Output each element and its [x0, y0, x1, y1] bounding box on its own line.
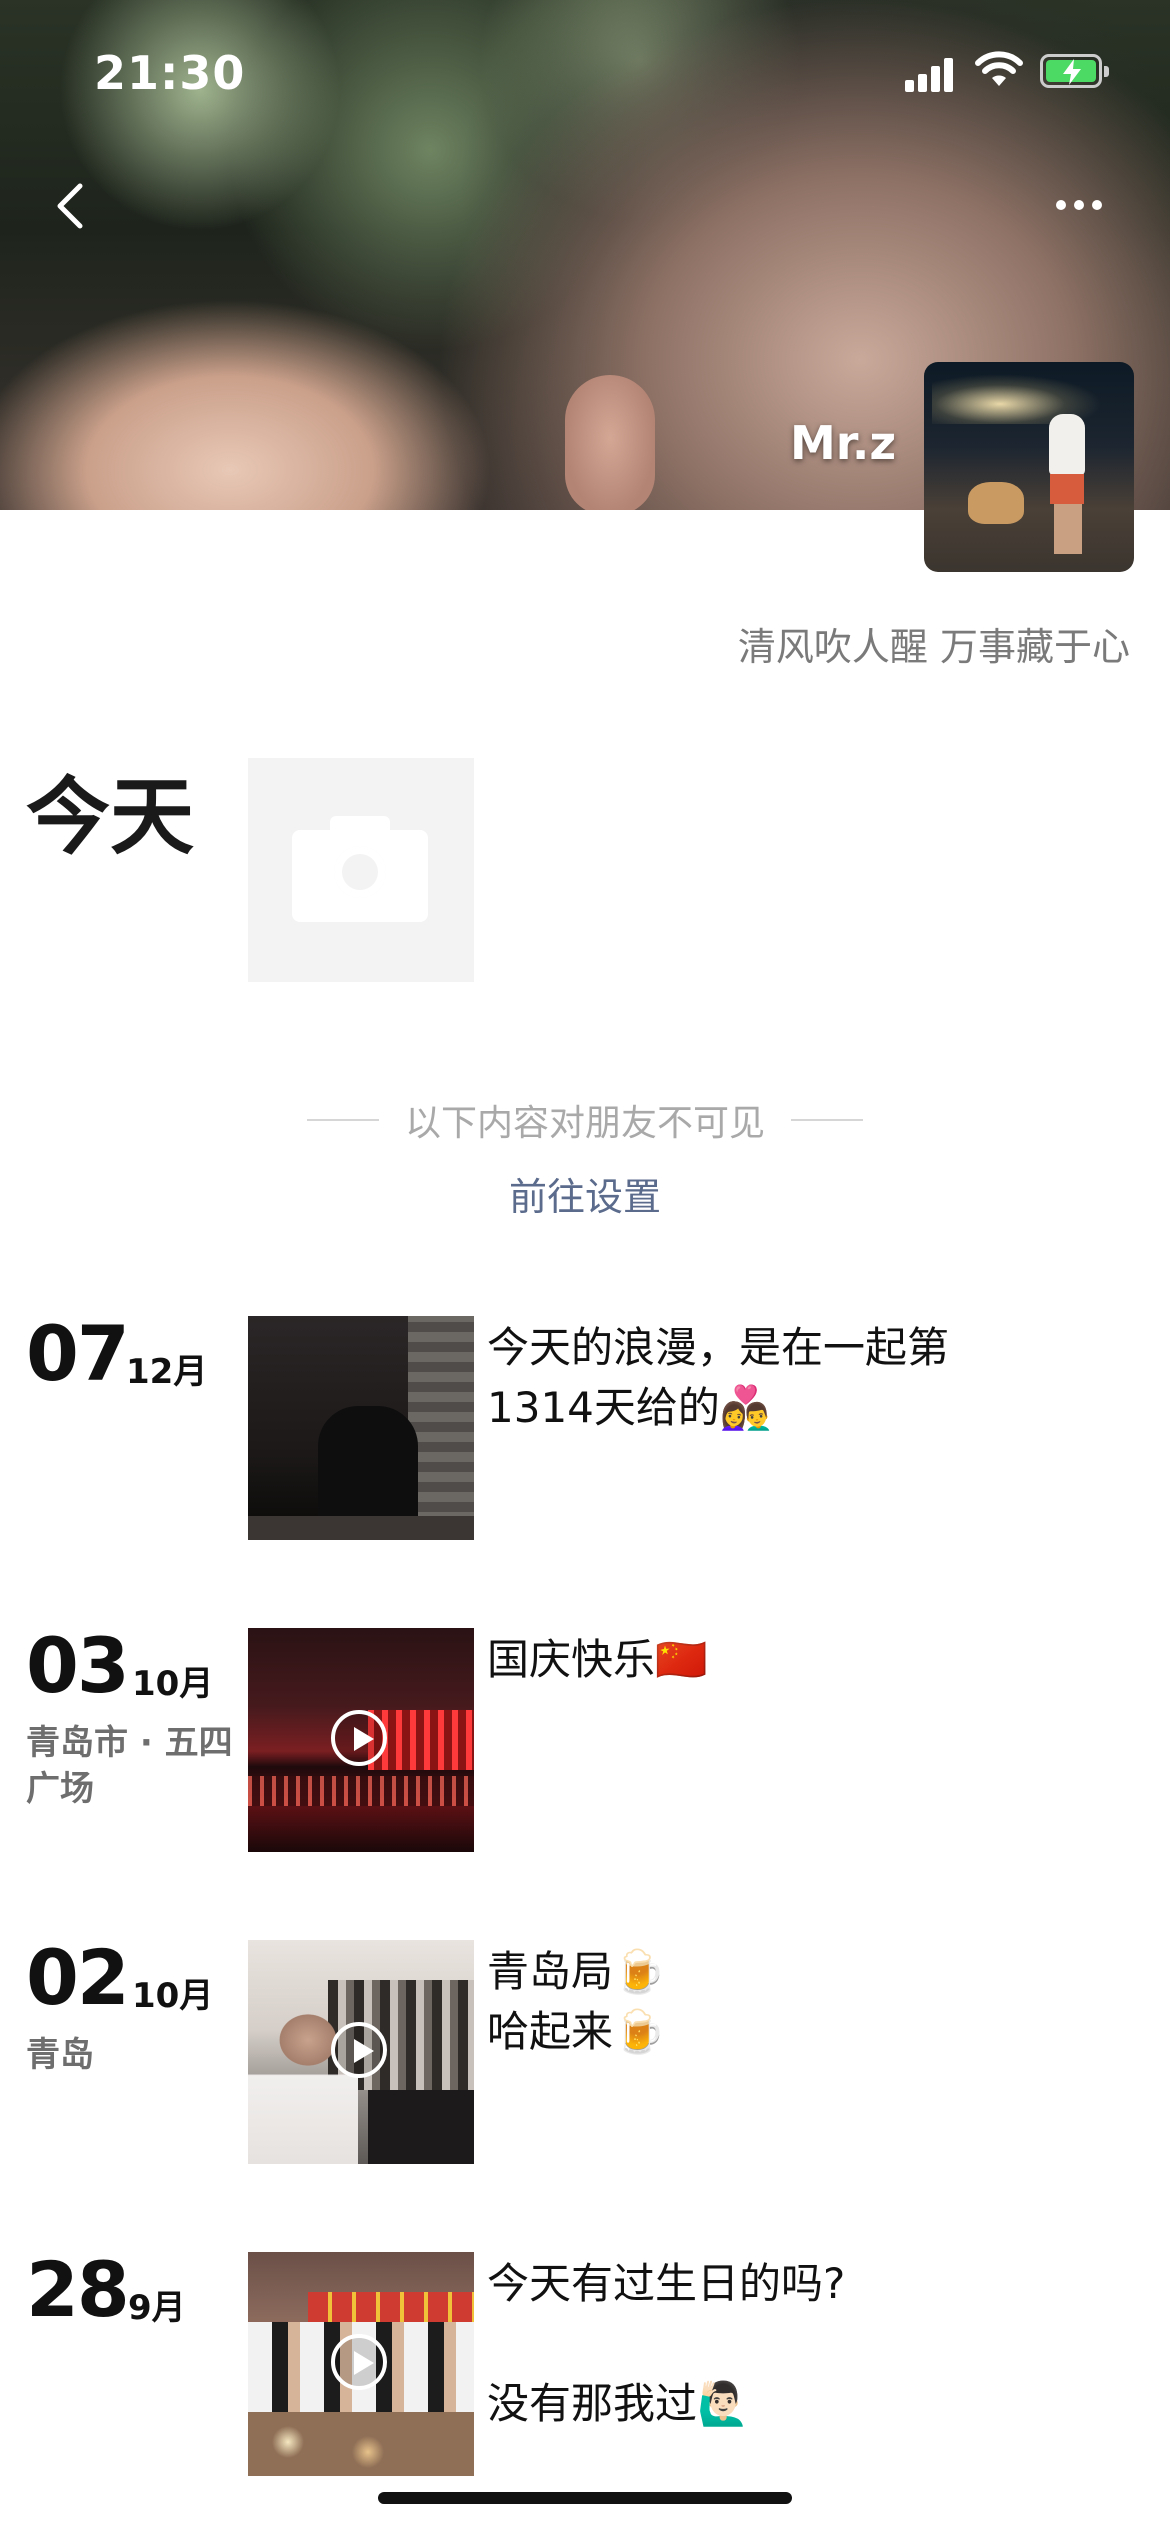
post-day: 03	[26, 1621, 130, 1710]
battery-icon	[1040, 54, 1109, 88]
go-to-settings-link[interactable]: 前往设置	[0, 1166, 1170, 1221]
charging-bolt-icon	[1063, 59, 1081, 85]
post-video[interactable]	[248, 1940, 474, 2164]
post-day: 02	[26, 1933, 130, 2022]
post-photo[interactable]	[248, 1316, 474, 1540]
home-indicator[interactable]	[378, 2492, 792, 2504]
play-icon	[331, 1710, 387, 1766]
post-month: 10月	[132, 1664, 214, 1704]
play-icon	[331, 2334, 387, 2390]
moment-post[interactable]: 07 12月 今天的浪漫，是在一起第1314天给的👩‍❤️‍👨	[0, 1316, 1170, 1542]
post-text: 国庆快乐🇨🇳	[487, 1635, 708, 1684]
profile-username: Mr.z	[790, 416, 897, 470]
privacy-notice: 以下内容对朋友不可见	[404, 1103, 765, 1144]
profile-signature: 清风吹人醒 万事藏于心	[737, 625, 1130, 669]
today-label: 今天	[26, 768, 195, 866]
post-day: 07	[26, 1309, 130, 1398]
moment-post[interactable]: 28 9月 今天有过生日的吗? 没有那我过🙋🏻‍♂️	[0, 2252, 1170, 2478]
back-button[interactable]	[44, 176, 104, 236]
post-text: 今天有过生日的吗? 没有那我过🙋🏻‍♂️	[487, 2259, 846, 2428]
post-day: 28	[26, 2245, 130, 2334]
avatar[interactable]	[924, 362, 1134, 572]
post-month: 9月	[128, 2288, 186, 2328]
post-new-moment-button[interactable]	[248, 758, 474, 982]
chevron-left-icon	[57, 183, 83, 229]
post-video[interactable]	[248, 2252, 474, 2476]
wifi-icon	[975, 51, 1023, 86]
post-location[interactable]: 青岛市 · 五四广场	[26, 1720, 236, 1812]
cellular-signal-icon	[905, 56, 957, 92]
post-video[interactable]	[248, 1628, 474, 1852]
cover-photo-detail	[565, 375, 655, 510]
status-time: 21:30	[94, 46, 246, 100]
status-bar: 21:30	[0, 0, 1170, 150]
moment-post[interactable]: 03 10月 青岛市 · 五四广场 国庆快乐🇨🇳	[0, 1628, 1170, 1854]
privacy-divider: 以下内容对朋友不可见	[0, 1092, 1170, 1148]
more-button[interactable]	[1056, 190, 1116, 220]
play-icon	[331, 2022, 387, 2078]
ellipsis-icon	[1056, 200, 1066, 210]
post-month: 12月	[126, 1352, 208, 1392]
post-text: 今天的浪漫，是在一起第1314天给的👩‍❤️‍👨	[487, 1323, 950, 1432]
moment-post[interactable]: 02 10月 青岛 青岛局🍺 哈起来🍺	[0, 1940, 1170, 2166]
post-month: 10月	[132, 1976, 214, 2016]
post-text: 青岛局🍺 哈起来🍺	[487, 1947, 666, 2056]
post-location[interactable]: 青岛	[26, 2032, 236, 2078]
